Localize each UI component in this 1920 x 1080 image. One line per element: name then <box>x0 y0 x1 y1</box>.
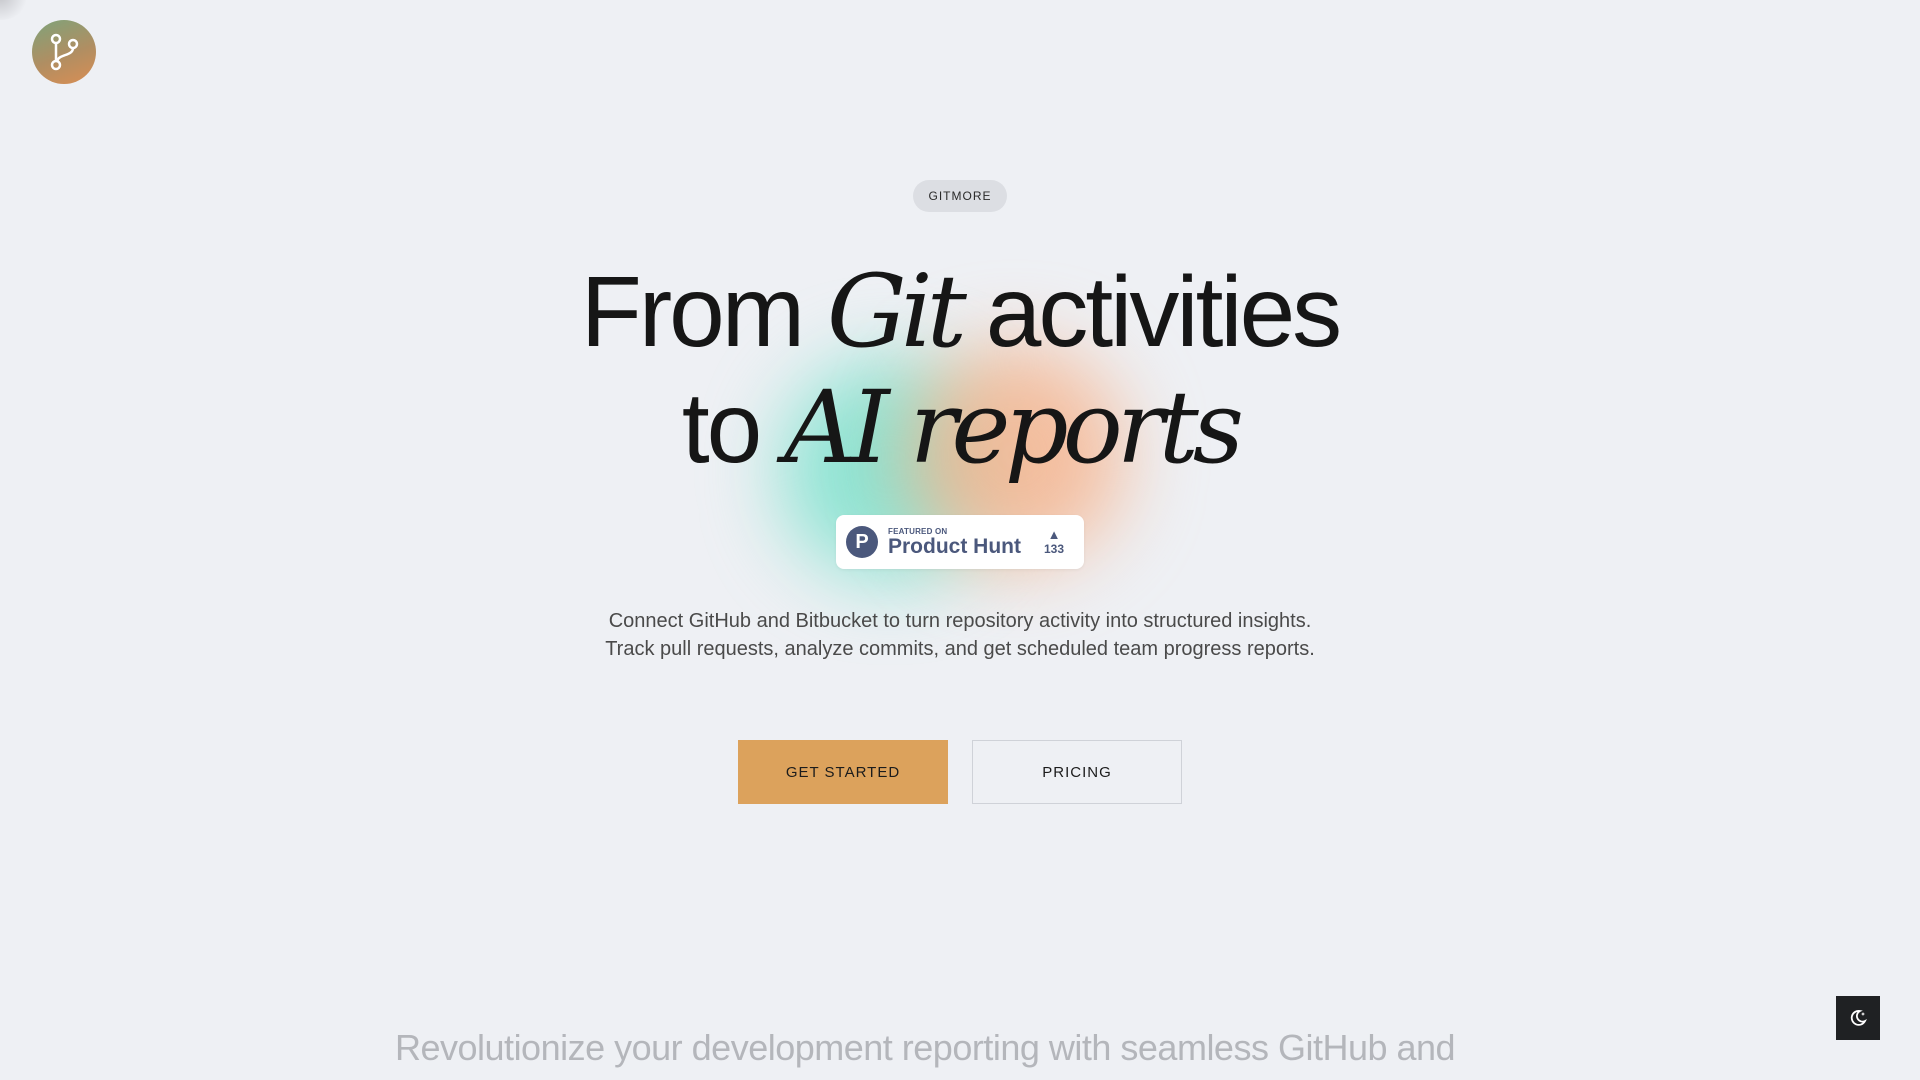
headline-text: to <box>681 372 785 484</box>
corner-shadow <box>0 0 30 20</box>
headline-text: From <box>580 256 827 368</box>
product-badge: GITMORE <box>913 180 1007 212</box>
vote-number: 133 <box>1043 542 1065 556</box>
description-line-1: Connect GitHub and Bitbucket to turn rep… <box>608 610 1312 632</box>
product-hunt-logo: P <box>846 526 878 558</box>
moon-icon <box>1850 1010 1867 1026</box>
headline-text: activities <box>960 256 1342 368</box>
pricing-button[interactable]: PRICING <box>972 740 1182 804</box>
triangle-up-icon: ▲ <box>1047 527 1061 542</box>
headline-italic-ai-reports: AI reports <box>784 369 1244 486</box>
theme-toggle-button[interactable] <box>1836 996 1880 1040</box>
logo[interactable] <box>32 20 96 84</box>
headline-italic-git: Git <box>826 253 967 370</box>
vote-count: ▲ 133 <box>1034 527 1074 557</box>
product-hunt-name: Product Hunt <box>888 534 1021 558</box>
git-branch-icon <box>50 33 79 71</box>
section-intro-text: Revolutionize your development reporting… <box>395 1027 1456 1080</box>
get-started-button[interactable]: GET STARTED <box>738 740 948 804</box>
product-hunt-text: FEATURED ON Product Hunt <box>888 527 1034 558</box>
landing-page: GITMORE From Git activities to AI report… <box>0 0 1920 1080</box>
description-line-2: Track pull requests, analyze commits, an… <box>605 638 1315 660</box>
headline-line-2: to AI reports <box>0 372 1920 484</box>
headline-line-1: From Git activities <box>0 256 1920 368</box>
product-hunt-badge[interactable]: P FEATURED ON Product Hunt ▲ 133 <box>836 515 1084 569</box>
